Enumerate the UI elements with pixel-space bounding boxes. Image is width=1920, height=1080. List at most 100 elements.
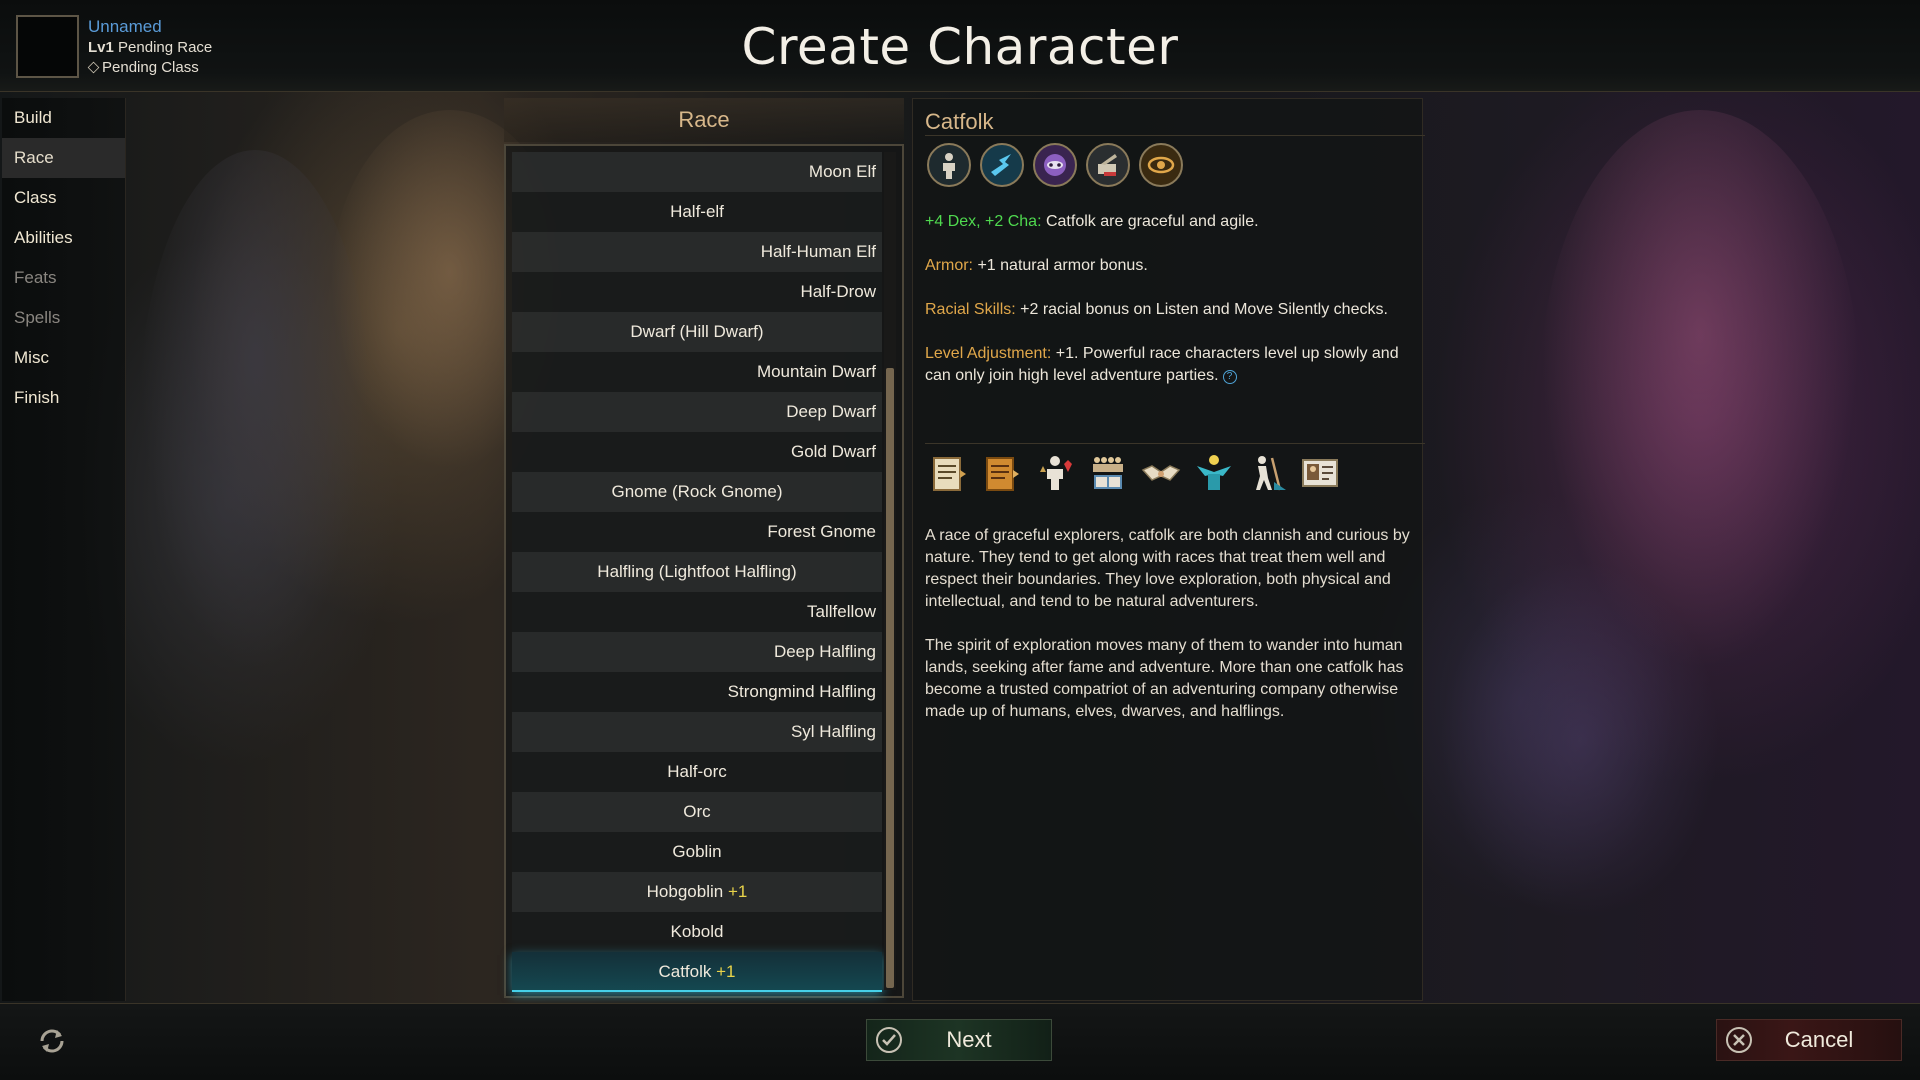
race-row[interactable]: Orc xyxy=(512,792,882,832)
relations-icon[interactable] xyxy=(1033,451,1077,495)
race-name: Orc xyxy=(683,802,711,821)
race-name: Deep Dwarf xyxy=(786,402,876,421)
race-name: Gold Dwarf xyxy=(790,442,876,461)
race-panel-title: Race xyxy=(504,98,904,142)
vision-eye-icon[interactable] xyxy=(1139,143,1183,187)
race-name: Dwarf (Hill Dwarf) xyxy=(630,322,764,341)
trait-text: +2 racial bonus on Listen and Move Silen… xyxy=(1020,301,1388,318)
race-feature-icons xyxy=(927,143,1183,187)
header-bar: Unnamed Lv1 Pending Race Pending Class C… xyxy=(0,0,1920,92)
race-row[interactable]: Deep Halfling xyxy=(512,632,882,672)
race-row[interactable]: Deep Dwarf xyxy=(512,392,882,432)
race-row[interactable]: Catfolk +1 xyxy=(512,952,882,992)
trait-key: +4 Dex, +2 Cha: xyxy=(925,213,1042,230)
race-traits: +4 Dex, +2 Cha: Catfolk are graceful and… xyxy=(925,211,1420,409)
race-row[interactable]: Kobold xyxy=(512,912,882,952)
race-trait: Armor: +1 natural armor bonus. xyxy=(925,255,1420,277)
race-trait: +4 Dex, +2 Cha: Catfolk are graceful and… xyxy=(925,211,1420,233)
race-name: Half-orc xyxy=(667,762,727,781)
race-list-scrollbar[interactable] xyxy=(884,152,896,990)
race-name: Moon Elf xyxy=(808,162,876,181)
portrait-card-icon[interactable] xyxy=(1298,451,1342,495)
race-row[interactable]: Strongmind Halfling xyxy=(512,672,882,712)
refresh-icon[interactable] xyxy=(36,1025,68,1057)
race-name: Kobold xyxy=(670,922,724,941)
race-row[interactable]: Half-elf xyxy=(512,192,882,232)
nav-item-class[interactable]: Class xyxy=(2,178,125,218)
race-detail-panel: Catfolk +4 Dex, +2 Cha: Catfolk are grac… xyxy=(912,98,1425,1001)
lore-scroll-icon[interactable] xyxy=(980,451,1024,495)
description-paragraph: The spirit of exploration moves many of … xyxy=(925,637,1404,720)
nav-item-misc[interactable]: Misc xyxy=(2,338,125,378)
skill-book-icon[interactable] xyxy=(1086,143,1130,187)
race-row[interactable]: Gold Dwarf xyxy=(512,432,882,472)
section-divider xyxy=(925,443,1425,444)
level-adjustment-badge: +1 xyxy=(727,882,748,901)
race-list: Moon Elf Half-elf Half-Human Elf Half-Drow D… xyxy=(512,152,882,992)
race-row[interactable]: Forest Gnome xyxy=(512,512,882,552)
cancel-button[interactable]: Cancel xyxy=(1716,1019,1902,1061)
race-description: A race of graceful explorers, catfolk ar… xyxy=(925,525,1420,745)
race-name: Half-Human Elf xyxy=(760,242,876,261)
adventure-icon[interactable] xyxy=(1245,451,1289,495)
trait-key: Racial Skills: xyxy=(925,301,1016,318)
help-icon[interactable]: ? xyxy=(1222,370,1237,384)
title-divider xyxy=(925,135,1425,136)
nav-item-feats[interactable]: Feats xyxy=(2,258,125,298)
description-scroll-icon[interactable] xyxy=(927,451,971,495)
race-name: Mountain Dwarf xyxy=(756,362,876,381)
trait-text: Catfolk are graceful and agile. xyxy=(1045,213,1259,230)
nav-item-finish[interactable]: Finish xyxy=(2,378,125,418)
trait-key: Level Adjustment: xyxy=(925,345,1052,362)
level-adjustment-badge: +1 xyxy=(716,962,736,981)
alliance-handshake-icon[interactable] xyxy=(1139,451,1183,495)
race-detail-title: Catfolk xyxy=(925,109,994,134)
race-name: Half-elf xyxy=(670,202,724,221)
race-row[interactable]: Syl Halfling xyxy=(512,712,882,752)
charisma-mask-icon[interactable] xyxy=(1033,143,1077,187)
race-row[interactable]: Half-orc xyxy=(512,752,882,792)
nav-item-build[interactable]: Build xyxy=(2,98,125,138)
race-name: Strongmind Halfling xyxy=(727,682,876,701)
race-name: Goblin xyxy=(672,842,722,861)
nav-item-spells[interactable]: Spells xyxy=(2,298,125,338)
humanoid-icon[interactable] xyxy=(927,143,971,187)
race-row[interactable]: Half-Human Elf xyxy=(512,232,882,272)
race-info-tabs xyxy=(927,451,1342,495)
description-paragraph: A race of graceful explorers, catfolk ar… xyxy=(925,527,1410,610)
race-row[interactable]: Gnome (Rock Gnome) xyxy=(512,472,882,512)
race-name: Deep Halfling xyxy=(773,642,876,661)
race-row[interactable]: Goblin xyxy=(512,832,882,872)
race-trait: Level Adjustment: +1. Powerful race char… xyxy=(925,343,1420,387)
race-row[interactable]: Tallfellow xyxy=(512,592,882,632)
race-row[interactable]: Halfling (Lightfoot Halfling) xyxy=(512,552,882,592)
page-title: Create Character xyxy=(741,18,1179,76)
cancel-button-label: Cancel xyxy=(1784,1027,1854,1052)
society-icon[interactable] xyxy=(1086,451,1130,495)
race-row[interactable]: Moon Elf xyxy=(512,152,882,192)
race-row[interactable]: Dwarf (Hill Dwarf) xyxy=(512,312,882,352)
race-row[interactable]: Mountain Dwarf xyxy=(512,352,882,392)
race-panel: Race Moon Elf Half-elf Half-Human Elf Half-… xyxy=(504,98,904,1001)
race-name: Catfolk xyxy=(658,962,712,981)
race-row[interactable]: Half-Drow xyxy=(512,272,882,312)
race-name: Tallfellow xyxy=(807,602,876,621)
dexterity-icon[interactable] xyxy=(980,143,1024,187)
race-name: Halfling (Lightfoot Halfling) xyxy=(597,562,797,581)
next-button[interactable]: Next xyxy=(866,1019,1052,1061)
nav-item-abilities[interactable]: Abilities xyxy=(2,218,125,258)
trait-key: Armor: xyxy=(925,257,973,274)
race-name: Half-Drow xyxy=(800,282,876,301)
race-trait: Racial Skills: +2 racial bonus on Listen… xyxy=(925,299,1420,321)
race-row[interactable]: Hobgoblin +1 xyxy=(512,872,882,912)
race-name: Hobgoblin xyxy=(646,882,724,901)
race-name: Forest Gnome xyxy=(767,522,876,541)
trait-text: +1 natural armor bonus. xyxy=(977,257,1148,274)
race-name: Gnome (Rock Gnome) xyxy=(611,482,783,501)
religion-icon[interactable] xyxy=(1192,451,1236,495)
nav-item-race[interactable]: Race xyxy=(2,138,125,178)
step-navigation: Build Race Class Abilities Feats Spells Misc Fi… xyxy=(2,98,126,1001)
next-button-label: Next xyxy=(946,1027,992,1052)
scrollbar-thumb[interactable] xyxy=(886,368,894,988)
race-list-frame: Moon Elf Half-elf Half-Human Elf Half-Drow D… xyxy=(504,144,904,998)
